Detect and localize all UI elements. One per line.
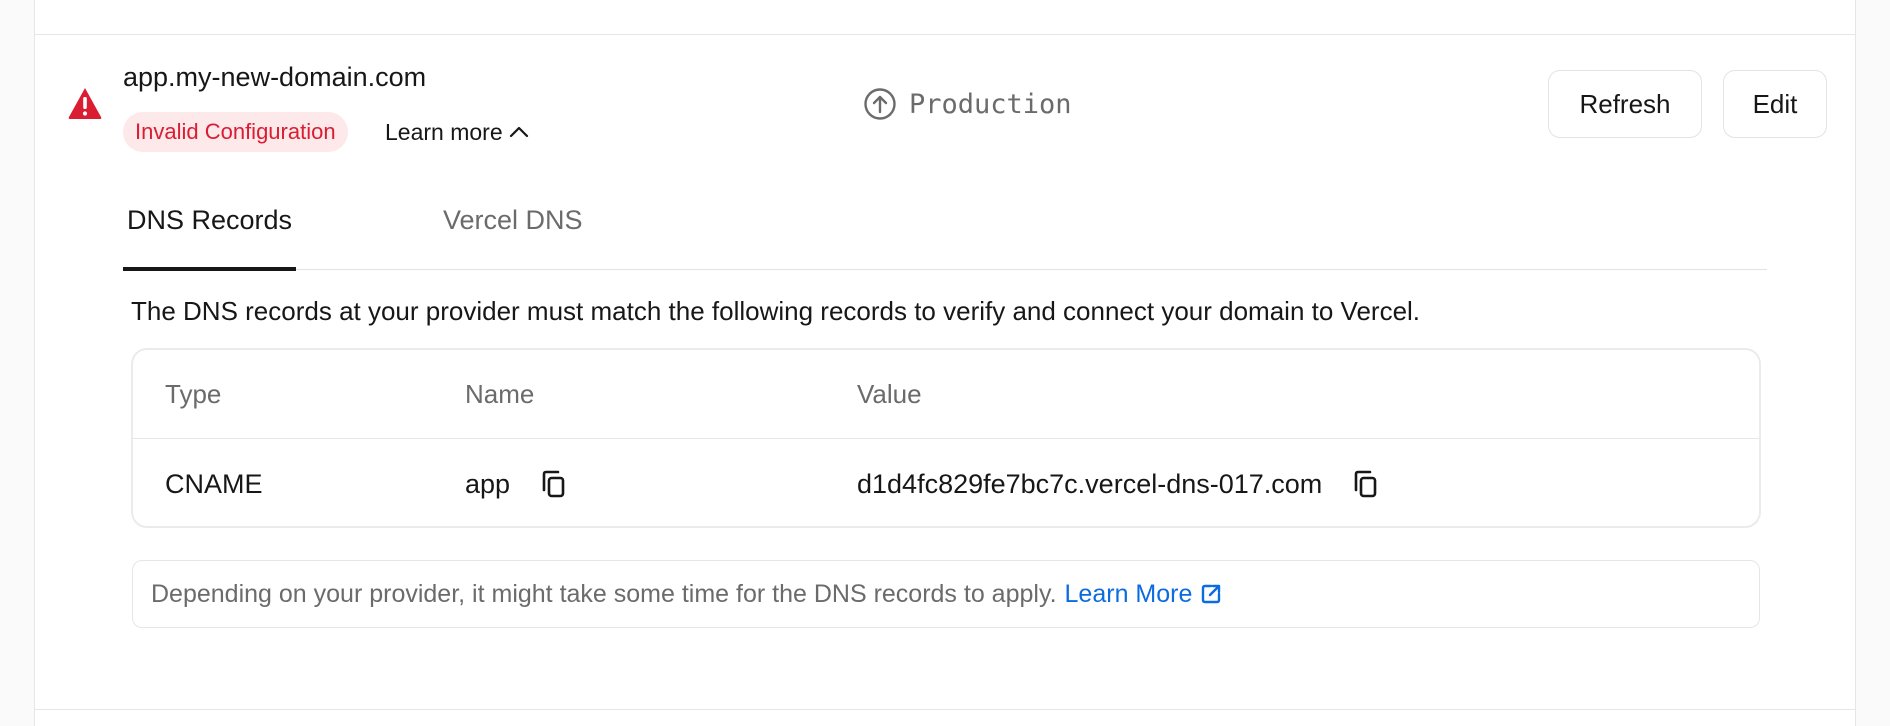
environment-indicator: Production	[863, 86, 1072, 122]
learn-more-link[interactable]: Learn More	[1065, 580, 1223, 609]
copy-icon	[1354, 470, 1377, 498]
column-header-value: Value	[857, 379, 922, 409]
column-header-type: Type	[165, 379, 222, 409]
copy-value-button[interactable]	[1350, 468, 1382, 500]
tab-dns-records[interactable]: DNS Records	[122, 196, 297, 271]
table-header: Type Name Value	[133, 350, 1759, 439]
refresh-button[interactable]: Refresh	[1548, 70, 1702, 138]
propagation-note: Depending on your provider, it might tak…	[132, 560, 1760, 628]
domain-name[interactable]: app.my-new-domain.com	[123, 60, 426, 94]
table-row: CNAME app d1d4fc829fe7bc7c.vercel-dns-01…	[133, 440, 1759, 526]
divider-bottom	[35, 709, 1855, 710]
note-text: Depending on your provider, it might tak…	[151, 579, 1057, 608]
copy-icon	[542, 470, 565, 498]
record-type: CNAME	[165, 468, 263, 499]
record-name: app	[465, 468, 511, 499]
record-value-cell: d1d4fc829fe7bc7c.vercel-dns-017.com	[857, 440, 1382, 526]
environment-label: Production	[909, 88, 1072, 120]
edit-button[interactable]: Edit	[1723, 70, 1827, 138]
learn-more-toggle[interactable]: Learn more	[385, 112, 529, 152]
arrow-up-circle-icon	[864, 88, 896, 120]
copy-name-button[interactable]	[538, 468, 570, 500]
learn-more-label: Learn more	[385, 118, 503, 145]
learn-more-link-label: Learn More	[1064, 579, 1193, 608]
status-badge: Invalid Configuration	[123, 112, 348, 152]
dns-description: The DNS records at your provider must ma…	[131, 296, 1421, 326]
dns-records-table: Type Name Value CNAME app d1d4fc829fe7bc…	[131, 348, 1761, 528]
record-value: d1d4fc829fe7bc7c.vercel-dns-017.com	[857, 468, 1323, 499]
tab-bar: DNS Records Vercel DNS	[122, 196, 1767, 271]
warning-triangle-icon	[68, 88, 102, 119]
external-link-icon	[1202, 584, 1221, 604]
divider-top	[35, 34, 1855, 35]
tab-vercel-dns[interactable]: Vercel DNS	[443, 196, 583, 270]
domain-card: app.my-new-domain.com Invalid Configurat…	[34, 0, 1856, 726]
column-header-name: Name	[465, 379, 535, 409]
record-name-cell: app	[465, 440, 570, 526]
chevron-up-icon	[509, 126, 528, 138]
